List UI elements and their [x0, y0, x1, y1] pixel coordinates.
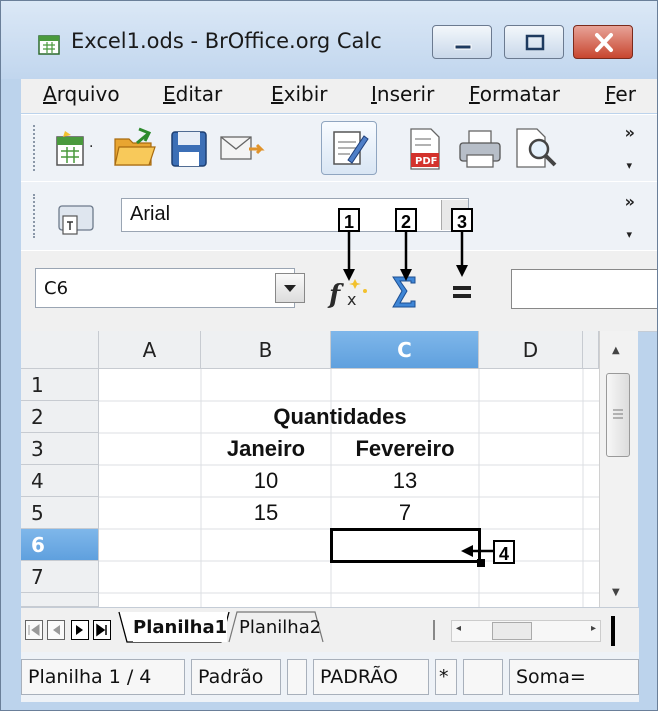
last-sheet-icon[interactable]	[93, 620, 111, 640]
modified-status: *	[435, 659, 457, 695]
callout-label: 1	[338, 208, 360, 232]
export-pdf-icon[interactable]: PDF	[405, 127, 445, 175]
save-icon[interactable]	[169, 129, 209, 173]
new-document-icon[interactable]: ·	[51, 129, 103, 173]
scroll-edge-marker	[611, 616, 615, 646]
window-title: Excel1.ods - BrOffice.org Calc	[71, 29, 382, 53]
zoom-status[interactable]	[287, 659, 307, 695]
menu-formatar[interactable]: Formatar	[469, 82, 560, 106]
toolbar-options-icon[interactable]: ▾	[626, 228, 632, 241]
formula-input[interactable]	[511, 269, 657, 309]
name-box-dropdown-button[interactable]	[275, 273, 305, 303]
scroll-down-icon[interactable]: ▼	[612, 587, 620, 598]
open-folder-icon[interactable]	[113, 127, 157, 173]
title-bar: Excel1.ods - BrOffice.org Calc	[1, 1, 657, 79]
tab-planilha2[interactable]: Planilha2	[239, 612, 321, 642]
vertical-scrollbar[interactable]: ▲ ▼	[599, 331, 638, 607]
print-preview-icon[interactable]	[513, 127, 559, 173]
column-header-c[interactable]: C	[331, 331, 479, 369]
callout-label: 2	[395, 208, 417, 232]
svg-text:·: ·	[89, 139, 93, 155]
menu-arquivo[interactable]: Arquivo	[43, 82, 120, 106]
row-header[interactable]: 2	[21, 401, 99, 433]
scroll-right-icon[interactable]: ▸	[591, 623, 596, 634]
standard-toolbar: · PDF » ▾	[21, 114, 657, 182]
previous-sheet-icon[interactable]	[47, 620, 65, 640]
cell-c5[interactable]: 7	[331, 497, 479, 529]
callout-arrows	[343, 231, 468, 281]
styles-formatting-icon[interactable]	[55, 202, 99, 242]
callout-label: 4	[493, 540, 515, 564]
calc-window: Excel1.ods - BrOffice.org Calc Arquivo E…	[0, 0, 658, 711]
menu-inserir[interactable]: Inserir	[371, 82, 434, 106]
menu-editar[interactable]: Editar	[163, 82, 222, 106]
row-header[interactable]	[21, 593, 99, 607]
toolbar-overflow-icon[interactable]: »	[625, 192, 635, 211]
column-header-d[interactable]: D	[479, 331, 583, 369]
page-style-status[interactable]: Padrão	[191, 659, 281, 695]
email-icon[interactable]	[219, 131, 267, 171]
menu-bar: Arquivo Editar Exibir Inserir Formatar F…	[21, 79, 657, 113]
name-box[interactable]: C6	[35, 268, 295, 308]
calc-app-icon	[37, 32, 61, 56]
sheet-tab-bar: Planilha1 Planilha2 ◂ ▸	[21, 607, 639, 652]
sheet-position-status: Planilha 1 / 4	[21, 659, 185, 695]
menu-exibir[interactable]: Exibir	[271, 82, 328, 106]
font-name-value: Arial	[130, 203, 171, 225]
cell-b2[interactable]: Quantidades	[201, 401, 479, 433]
sum-status: Soma=	[509, 659, 639, 695]
row-header[interactable]: 3	[21, 433, 99, 465]
next-sheet-icon[interactable]	[71, 620, 89, 640]
vertical-scroll-thumb[interactable]	[606, 373, 630, 457]
first-sheet-icon[interactable]	[25, 620, 43, 640]
cell-c4[interactable]: 13	[331, 465, 479, 497]
row-header[interactable]: 5	[21, 497, 99, 529]
maximize-button[interactable]	[504, 25, 564, 59]
close-button[interactable]	[573, 25, 633, 59]
toolbar-grip[interactable]	[33, 125, 39, 171]
callout-label: 3	[451, 208, 473, 232]
toolbar-overflow-icon[interactable]: »	[625, 123, 635, 142]
callout-arrow-4	[461, 545, 493, 557]
print-icon[interactable]	[457, 129, 503, 173]
signature-status[interactable]	[463, 659, 503, 695]
cell-b5[interactable]: 15	[201, 497, 331, 529]
column-header-a[interactable]: A	[99, 331, 201, 369]
row-header[interactable]: 4	[21, 465, 99, 497]
row-header[interactable]: 1	[21, 369, 99, 401]
row-header[interactable]: 7	[21, 561, 99, 593]
scroll-up-icon[interactable]: ▲	[612, 345, 620, 356]
horizontal-scroll-thumb[interactable]	[492, 622, 532, 640]
cell-b3[interactable]: Janeiro	[201, 433, 331, 465]
tab-planilha1[interactable]: Planilha1	[133, 612, 228, 642]
cell-b4[interactable]: 10	[201, 465, 331, 497]
svg-text:PDF: PDF	[415, 156, 437, 167]
minimize-button[interactable]	[432, 25, 492, 59]
row-header-selected[interactable]: 6	[21, 529, 99, 561]
column-header-e[interactable]	[583, 331, 599, 369]
spreadsheet-grid: A B C D 1 2 3 4 5 6 7 Quantidades Janeir…	[21, 331, 599, 607]
toolbar-options-icon[interactable]: ▾	[626, 159, 632, 172]
scroll-left-icon[interactable]: ◂	[456, 623, 461, 634]
menu-ferramentas[interactable]: Fer	[605, 82, 636, 106]
svg-text:x: x	[347, 290, 356, 309]
cell-reference: C6	[44, 278, 69, 299]
select-all-corner[interactable]	[21, 331, 99, 369]
status-bar: Planilha 1 / 4 Padrão PADRÃO * Soma=	[21, 652, 639, 702]
cell-c3[interactable]: Fevereiro	[331, 433, 479, 465]
column-header-b[interactable]: B	[201, 331, 331, 369]
horizontal-scrollbar[interactable]: ◂ ▸	[451, 620, 601, 642]
tab-splitter[interactable]	[433, 620, 435, 640]
toolbar-grip[interactable]	[33, 194, 39, 238]
edit-file-icon[interactable]	[321, 121, 377, 175]
insert-mode-status[interactable]: PADRÃO	[313, 659, 429, 695]
